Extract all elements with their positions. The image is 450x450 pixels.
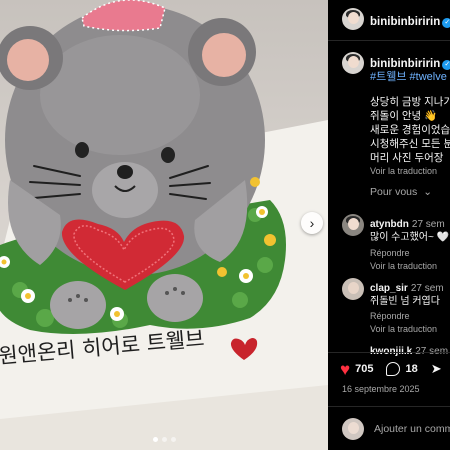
carousel-dots bbox=[0, 437, 328, 442]
comment-avatar[interactable] bbox=[342, 214, 364, 236]
caption-avatar[interactable] bbox=[342, 52, 364, 74]
header-username[interactable]: binibinbiririn bbox=[370, 16, 440, 28]
next-photo-button[interactable]: › bbox=[301, 212, 323, 234]
comment-header: kwonjii.k27 sem bbox=[370, 341, 448, 359]
caption-line: 새로운 경험이었습 bbox=[370, 124, 450, 136]
comment-text: 쥐돌빈 넘 커엽다 bbox=[370, 296, 440, 307]
share-icon[interactable]: ➤ bbox=[431, 361, 442, 377]
post-side-panel: binibinbiririn ✓ binibinbiririn ✓ #트웰브 #tw… bbox=[328, 0, 450, 450]
post-photo[interactable]: 원앤온리 히어로 트웰브 › bbox=[0, 0, 328, 450]
cake-illustration bbox=[0, 0, 328, 450]
current-user-avatar[interactable] bbox=[342, 418, 364, 440]
comment-translate-link[interactable]: Voir la traduction bbox=[370, 261, 437, 271]
party-hat bbox=[82, 0, 165, 31]
comment-reply-link[interactable]: Répondre bbox=[370, 248, 410, 258]
comment-reply-link[interactable]: Répondre bbox=[370, 311, 410, 321]
caption-line: 쥐돌이 안녕 👋 bbox=[370, 110, 438, 122]
caption-translate-link[interactable]: Voir la traduction bbox=[370, 166, 437, 176]
caption-line: 시청해주신 모든 분 bbox=[370, 138, 450, 150]
add-comment-input[interactable]: Ajouter un comm bbox=[374, 423, 450, 435]
eye-right bbox=[161, 147, 175, 163]
verified-badge-icon: ✓ bbox=[442, 18, 450, 28]
comment-icon[interactable] bbox=[386, 362, 401, 376]
carousel-dot bbox=[152, 437, 158, 442]
heart-icon[interactable]: ♥ bbox=[340, 361, 350, 378]
for-you-label: Pour vous bbox=[370, 186, 418, 198]
comment-avatar[interactable] bbox=[342, 278, 364, 300]
foot-left bbox=[50, 281, 106, 329]
like-count[interactable]: 705 bbox=[355, 363, 373, 375]
header-avatar[interactable] bbox=[342, 8, 364, 30]
caption-hashtags[interactable]: #트웰브 #twelve bbox=[370, 71, 447, 83]
caption-line: 머리 사진 두어장 bbox=[370, 152, 444, 164]
comment-count[interactable]: 18 bbox=[405, 363, 417, 375]
action-bar: ♥ 705 18 ➤ bbox=[340, 359, 442, 379]
comment-translate-link[interactable]: Voir la traduction bbox=[370, 324, 437, 334]
eye-left bbox=[75, 142, 89, 158]
caption-line: 상당히 금방 지나가 bbox=[370, 96, 450, 108]
carousel-dot bbox=[161, 437, 167, 442]
nose bbox=[117, 165, 133, 179]
chevron-down-icon: ⌄ bbox=[423, 186, 433, 198]
foot-right bbox=[147, 274, 203, 322]
for-you-dropdown[interactable]: Pour vous ⌄ bbox=[370, 186, 432, 198]
carousel-dot bbox=[170, 437, 176, 442]
post-date: 16 septembre 2025 bbox=[342, 384, 420, 394]
comment-text: 많이 수고했어~ 🤍 bbox=[370, 232, 450, 243]
header-user[interactable]: binibinbiririn ✓ bbox=[370, 12, 450, 30]
